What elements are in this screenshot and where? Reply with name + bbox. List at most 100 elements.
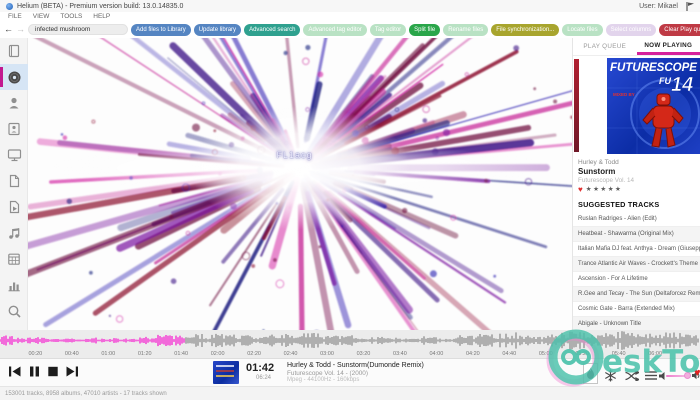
queue-list-icon[interactable] [645,371,657,380]
toolbar-button-file-synchronization[interactable]: File synchronization... [491,24,559,36]
search-input[interactable] [28,24,128,35]
back-arrow-icon[interactable]: ← [4,25,13,34]
album-art-zone: FUTURESCOPE FU 14 MIXED BY [573,56,700,156]
toolbar-button-advanced-search[interactable]: Advanced search [244,24,300,36]
next-track-button[interactable] [66,366,78,377]
menu-view[interactable]: VIEW [33,13,50,20]
tab-play-queue[interactable]: PLAY QUEUE [573,38,637,55]
tab-now-playing[interactable]: NOW PLAYING [637,38,700,55]
title-bar: Helium (BETA) - Premium version build: 1… [0,0,700,12]
track-title-line[interactable]: Hurley & Todd - Sunstorm(Dumonde Remix) [287,362,424,370]
menu-file[interactable]: FILE [8,13,22,20]
sidebar-item-files[interactable] [0,168,28,194]
suggested-track-row[interactable]: R.Gee and Tecay - The Sun (Deltaforcez R… [573,287,700,302]
album-art[interactable]: FUTURESCOPE FU 14 MIXED BY [607,58,700,154]
toolbar-button-add-files-to-library[interactable]: Add files to Library [131,24,191,36]
sidebar-item-music[interactable] [0,220,28,246]
volume-slider-thumb[interactable] [684,372,691,379]
timeline-label: 02:00 [211,351,225,357]
playlist-file-icon [8,200,21,214]
volume-down-icon[interactable] [659,372,665,380]
suggested-tracks-list: Ruslan Radriges - Alien (Edit)Heatbeat -… [573,212,700,332]
total-time: 06:24 [256,375,271,381]
toolbar-button-select-columns: Select columns [606,24,657,36]
toolbar-button-rename-files: Rename files [443,24,488,36]
suggested-track-row[interactable]: Cosmic Gate - Barra (Extended Mix) [573,302,700,317]
now-playing-artist[interactable]: Hurley & Todd [578,159,700,166]
previous-icon [9,366,21,377]
menu-tools[interactable]: TOOLS [60,13,82,20]
contact-card-icon [7,122,21,136]
suggested-track-row[interactable]: Heatbeat - Shawarma (Original Mix) [573,227,700,242]
previous-album-edge[interactable] [574,59,579,152]
track-album-line: Futurescope Vol. 14 - (2000) [287,370,424,378]
timeline-label: 06:00 [648,351,662,357]
menu-help[interactable]: HELP [93,13,110,20]
suggested-tracks-header: SUGGESTED TRACKS [573,194,700,212]
suggested-track-row[interactable]: Ruslan Radriges - Alien (Edit) [573,212,700,227]
snowflake-icon[interactable] [604,369,617,382]
sidebar-item-playlists[interactable] [0,194,28,220]
timeline-label: 04:40 [502,351,516,357]
track-info: Hurley & Todd - Sunstorm(Dumonde Remix) … [287,362,424,385]
album-art-fu: FU [659,76,671,86]
toolbar-button-update-library[interactable]: Update library [194,24,241,36]
forward-arrow-icon: → [16,25,25,34]
sidebar-item-statistics[interactable] [0,272,28,298]
sidebar-item-devices[interactable] [0,142,28,168]
toolbar-button-advanced-tag-editor: Advanced tag editor [303,24,366,36]
toolbar-buttons: Add files to LibraryUpdate libraryAdvanc… [131,24,700,36]
visualization-panel[interactable]: FL1acg [28,38,572,330]
now-playing-title[interactable]: Sunstorm [578,167,700,176]
sidebar-item-artists[interactable] [0,90,28,116]
mini-album-art[interactable] [213,361,239,384]
bar-chart-icon [7,278,21,292]
music-notes-icon [7,226,21,240]
sidebar-item-contacts[interactable] [0,116,28,142]
now-playing-panel: PLAY QUEUE NOW PLAYING FUTURESCOPE FU 1 [572,38,700,330]
document-icon [8,174,21,188]
track-format-line: Mpeg - 44100Hz - 160kbps [287,377,424,385]
elapsed-time: 01:42 [246,362,274,374]
now-playing-info: Hurley & Todd Sunstorm Futurescope Vol. … [573,156,700,194]
sidebar-item-library[interactable] [0,38,28,64]
sidebar-item-calendar[interactable] [0,246,28,272]
previous-track-button[interactable] [9,366,21,377]
window-title: Helium (BETA) - Premium version build: 1… [17,3,183,10]
favorite-heart-icon[interactable]: ♥ [578,186,583,194]
suggested-track-row[interactable]: Ascension - For A Lifetime [573,272,700,287]
waveform-strip[interactable]: 00:2000:4001:0001:2001:4002:0002:2002:40… [0,330,700,358]
pause-button[interactable] [29,366,40,377]
timeline-label: 01:20 [138,351,152,357]
suggested-track-row[interactable]: Trance Atlantic Air Waves - Crockett's T… [573,257,700,272]
timeline-label: 05:20 [575,351,589,357]
timeline-label: 00:40 [65,351,79,357]
flag-icon[interactable] [686,2,694,11]
shuffle-icon[interactable] [625,371,639,381]
flame-icon [586,367,595,380]
party-mode-toggle[interactable] [583,363,598,384]
now-playing-album[interactable]: Futurescope Vol. 14 [578,177,700,184]
toolbar-button-locate-files: Locate files [562,24,602,36]
love-track-button[interactable]: ♥ [694,368,700,379]
waveform[interactable] [0,330,700,351]
person-icon [7,96,21,110]
toolbar-button-clear-play-queue[interactable]: Clear Play queue [659,24,700,36]
app-icon [6,3,13,10]
rating-stars[interactable]: ★★★★★ [586,186,623,194]
panel-tabs: PLAY QUEUE NOW PLAYING [573,38,700,56]
timeline-label: 01:00 [101,351,115,357]
library-stats-text: 153001 tracks, 8958 albums, 47010 artist… [5,391,167,397]
timeline-label: 01:40 [174,351,188,357]
next-icon [66,366,78,377]
disc-icon [7,70,22,85]
sidebar-item-albums[interactable] [0,64,28,90]
toolbar-button-split-file[interactable]: Split file [409,24,440,36]
stop-button[interactable] [48,366,58,377]
sidebar-item-search[interactable] [0,298,28,324]
album-art-title: FUTURESCOPE [610,60,698,74]
suggested-track-row[interactable]: Italian Mafia DJ feat. Anthya - Dream (G… [573,242,700,257]
visualization-overlay-text: FL1acg [277,150,313,160]
player-bar: 01:42 06:24 Hurley & Todd - Sunstorm(Dum… [0,358,700,386]
sidebar [0,38,28,330]
